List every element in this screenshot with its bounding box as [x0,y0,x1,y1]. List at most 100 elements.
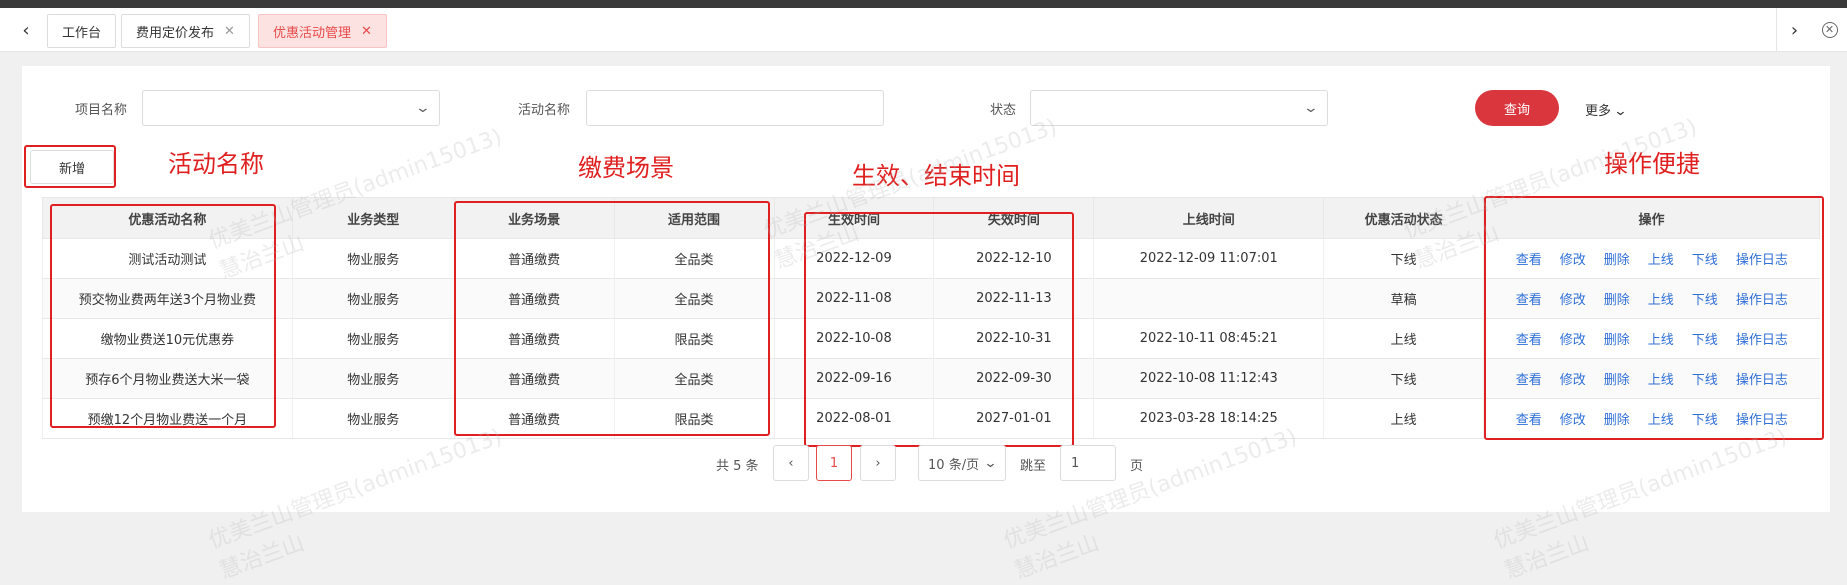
cell-scope: 全品类 [613,278,774,319]
table-row: 测试活动测试 物业服务 普通缴费 全品类 2022-12-09 2022-12-… [42,238,1820,279]
offline-link[interactable]: 下线 [1692,289,1718,308]
view-link[interactable]: 查看 [1516,409,1542,428]
delete-link[interactable]: 删除 [1604,249,1630,268]
edit-link[interactable]: 修改 [1560,409,1586,428]
offline-link[interactable]: 下线 [1692,369,1718,388]
table-row: 预缴12个月物业费送一个月 物业服务 普通缴费 限品类 2022-08-01 2… [42,398,1820,439]
chevron-down-icon: ⌄ [983,455,998,471]
total-count: 共 5 条 [716,459,759,474]
chevron-down-icon: ⌄ [1613,104,1628,119]
online-link[interactable]: 上线 [1648,409,1674,428]
delete-link[interactable]: 删除 [1604,329,1630,348]
next-page-button[interactable]: › [860,445,896,481]
cell-online-time [1093,278,1324,319]
cell-operations: 查看 修改 删除 上线 下线 操作日志 [1483,398,1820,439]
chevron-left-icon[interactable]: ‹ [8,8,44,52]
cell-business-scene: 普通缴费 [453,398,615,439]
header-business-scene: 业务场景 [453,197,615,239]
goto-page-input[interactable]: 1 [1060,445,1116,481]
delete-link[interactable]: 删除 [1604,369,1630,388]
offline-link[interactable]: 下线 [1692,249,1718,268]
cell-expire-time: 2022-10-31 [933,318,1094,359]
online-link[interactable]: 上线 [1648,249,1674,268]
activity-name-input[interactable] [586,90,884,126]
top-dark-strip [0,0,1847,8]
cell-business-type: 物业服务 [291,398,455,439]
table-row: 缴物业费送10元优惠券 物业服务 普通缴费 限品类 2022-10-08 202… [42,318,1820,359]
table-header-row: 优惠活动名称 业务类型 业务场景 适用范围 生效时间 失效时间 上线时间 优惠活… [42,197,1820,239]
cell-activity-name: 缴物业费送10元优惠券 [42,318,293,359]
online-link[interactable]: 上线 [1648,369,1674,388]
operation-log-link[interactable]: 操作日志 [1736,409,1788,428]
cell-status: 下线 [1323,358,1484,399]
operation-log-link[interactable]: 操作日志 [1736,289,1788,308]
edit-link[interactable]: 修改 [1560,329,1586,348]
close-circle-icon: ✕ [1821,22,1838,38]
goto-label: 跳至 [1020,459,1047,474]
edit-link[interactable]: 修改 [1560,289,1586,308]
view-link[interactable]: 查看 [1516,369,1542,388]
delete-link[interactable]: 删除 [1604,289,1630,308]
cell-status: 上线 [1323,398,1484,439]
prev-page-button[interactable]: ‹ [773,445,809,481]
cell-activity-name: 测试活动测试 [42,238,293,279]
online-link[interactable]: 上线 [1648,289,1674,308]
view-link[interactable]: 查看 [1516,289,1542,308]
offline-link[interactable]: 下线 [1692,409,1718,428]
view-link[interactable]: 查看 [1516,249,1542,268]
cell-expire-time: 2022-11-13 [933,278,1094,319]
header-online-time: 上线时间 [1093,197,1325,239]
delete-link[interactable]: 删除 [1604,409,1630,428]
close-all-tabs-button[interactable]: ✕ [1812,8,1847,52]
operation-log-link[interactable]: 操作日志 [1736,329,1788,348]
tab-fee-pricing[interactable]: 费用定价发布 ✕ [121,14,250,48]
status-select[interactable]: ⌄ [1030,90,1328,126]
chevron-down-icon: ⌄ [1302,100,1320,116]
close-icon[interactable]: ✕ [224,24,235,39]
cell-scope: 限品类 [613,318,774,359]
page-size-label: 10 条/页 [928,457,980,473]
operation-log-link[interactable]: 操作日志 [1736,369,1788,388]
cell-operations: 查看 修改 删除 上线 下线 操作日志 [1483,318,1820,359]
cell-business-scene: 普通缴费 [453,358,615,399]
cell-operations: 查看 修改 删除 上线 下线 操作日志 [1483,238,1820,279]
query-button[interactable]: 查询 [1475,90,1559,126]
page-number-button[interactable]: 1 [816,445,852,481]
edit-link[interactable]: 修改 [1560,369,1586,388]
table-row: 预交物业费两年送3个月物业费 物业服务 普通缴费 全品类 2022-11-08 … [42,278,1820,319]
cell-status: 下线 [1323,238,1484,279]
tab-workbench[interactable]: 工作台 [47,14,117,48]
online-link[interactable]: 上线 [1648,329,1674,348]
cell-scope: 全品类 [613,358,774,399]
tab-label: 优惠活动管理 [273,25,352,41]
cell-effective-time: 2022-10-08 [773,318,934,359]
more-toggle[interactable]: 更多 ⌄ [1585,100,1628,119]
annotation-operation: 操作便捷 [1604,150,1700,178]
add-button[interactable]: 新增 [30,150,114,184]
annotation-activity-name: 活动名称 [168,150,264,178]
cell-online-time: 2022-10-11 08:45:21 [1093,318,1324,359]
tab-promotion-management[interactable]: 优惠活动管理 ✕ [258,14,387,48]
cell-scope: 全品类 [613,238,774,279]
cell-activity-name: 预交物业费两年送3个月物业费 [42,278,293,319]
header-scope: 适用范围 [613,197,775,239]
annotation-payment-scene: 缴费场景 [578,154,674,182]
cell-activity-name: 预存6个月物业费送大米一袋 [42,358,293,399]
table-row: 预存6个月物业费送大米一袋 物业服务 普通缴费 全品类 2022-09-16 2… [42,358,1820,399]
cell-effective-time: 2022-12-09 [773,238,934,279]
chevron-right-icon[interactable]: › [1776,8,1812,52]
page-size-select[interactable]: 10 条/页 ⌄ [918,445,1006,481]
view-link[interactable]: 查看 [1516,329,1542,348]
offline-link[interactable]: 下线 [1692,329,1718,348]
edit-link[interactable]: 修改 [1560,249,1586,268]
cell-online-time: 2022-10-08 11:12:43 [1093,358,1324,399]
close-icon[interactable]: ✕ [361,24,372,39]
cell-effective-time: 2022-11-08 [773,278,934,319]
project-name-select[interactable]: ⌄ [142,90,440,126]
cell-status: 上线 [1323,318,1484,359]
operation-log-link[interactable]: 操作日志 [1736,249,1788,268]
cell-business-type: 物业服务 [291,238,455,279]
cell-business-type: 物业服务 [291,278,455,319]
activity-name-label: 活动名称 [518,103,571,118]
cell-business-scene: 普通缴费 [453,278,615,319]
